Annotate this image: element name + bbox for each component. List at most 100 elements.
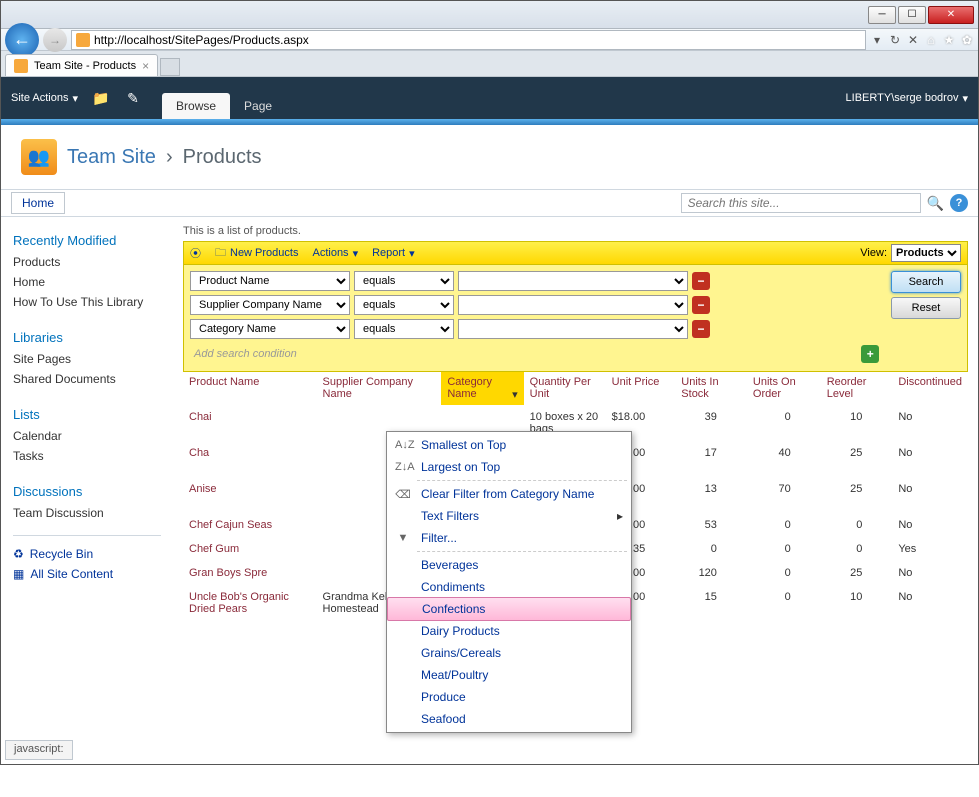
- recycle-bin-link[interactable]: ♻Recycle Bin: [13, 544, 161, 564]
- back-button[interactable]: ←: [5, 23, 39, 57]
- sidebar-item-calendar[interactable]: Calendar: [13, 426, 161, 446]
- user-menu[interactable]: LIBERTY\serge bodrov▾: [846, 92, 968, 105]
- window-titlebar: ─ ☐ ✕: [1, 1, 978, 29]
- favorites-icon[interactable]: ★: [942, 33, 956, 47]
- reset-button[interactable]: Reset: [891, 297, 961, 319]
- recycle-icon: ♻: [13, 547, 24, 561]
- col-supplier[interactable]: Supplier Company Name: [317, 372, 442, 405]
- col-product-name[interactable]: Product Name: [183, 372, 317, 405]
- submenu-arrow-icon: ▸: [617, 509, 623, 523]
- search-val-select[interactable]: [458, 295, 688, 315]
- clear-filter[interactable]: ⌫Clear Filter from Category Name: [387, 483, 631, 505]
- sidebar-item-sitepages[interactable]: Site Pages: [13, 349, 161, 369]
- actions-menu[interactable]: Actions ▾: [312, 247, 358, 260]
- collapse-icon[interactable]: ⦿: [190, 245, 201, 261]
- sidebar-heading-discussions: Discussions: [13, 484, 161, 499]
- navigate-up-icon[interactable]: 📁: [92, 89, 110, 107]
- maximize-button[interactable]: ☐: [898, 6, 926, 24]
- view-select[interactable]: Products: [891, 244, 961, 262]
- col-category[interactable]: Category Name▾: [441, 372, 523, 405]
- home-icon[interactable]: ⌂: [924, 33, 938, 47]
- col-qpu[interactable]: Quantity Per Unit: [524, 372, 606, 405]
- add-condition-icon[interactable]: +: [861, 345, 879, 363]
- new-products-button[interactable]: 🗀New Products: [215, 244, 298, 263]
- home-tab[interactable]: Home: [11, 192, 65, 214]
- col-price[interactable]: Unit Price: [606, 372, 676, 405]
- help-icon[interactable]: ?: [950, 194, 968, 212]
- site-actions-menu[interactable]: Site Actions▾: [11, 92, 78, 105]
- filter-category-grainscereals[interactable]: Grains/Cereals: [387, 642, 631, 664]
- filter-category-dairyproducts[interactable]: Dairy Products: [387, 620, 631, 642]
- cell-name: Chef Gum: [183, 537, 317, 561]
- sidebar-heading-libraries: Libraries: [13, 330, 161, 345]
- browser-tabstrip: Team Site - Products ×: [1, 51, 978, 77]
- cell-reorder: 10: [821, 585, 893, 621]
- sidebar-item-teamdiscussion[interactable]: Team Discussion: [13, 503, 161, 523]
- search-op-select[interactable]: equals: [354, 319, 454, 339]
- search-op-select[interactable]: equals: [354, 271, 454, 291]
- ribbon-tab-page[interactable]: Page: [230, 93, 286, 119]
- filter-category-condiments[interactable]: Condiments: [387, 576, 631, 598]
- cell-stock: 0: [675, 537, 747, 561]
- sidebar-item-tasks[interactable]: Tasks: [13, 446, 161, 466]
- browser-tab[interactable]: Team Site - Products ×: [5, 54, 158, 76]
- search-icon[interactable]: 🔍: [927, 195, 944, 212]
- cell-disc: No: [892, 513, 968, 537]
- search-button[interactable]: Search: [891, 271, 961, 293]
- search-field-select[interactable]: Product Name: [190, 271, 350, 291]
- cell-stock: 15: [675, 585, 747, 621]
- search-op-select[interactable]: equals: [354, 295, 454, 315]
- sort-smallest[interactable]: A↓ZSmallest on Top: [387, 434, 631, 456]
- filter-custom[interactable]: ▼Filter...: [387, 527, 631, 549]
- cell-order: 0: [747, 513, 821, 537]
- cell-stock: 120: [675, 561, 747, 585]
- grid-header-row: Product Name Supplier Company Name Categ…: [183, 372, 968, 405]
- refresh-icon[interactable]: ↻: [888, 33, 902, 47]
- remove-condition-icon[interactable]: −: [692, 296, 710, 314]
- address-bar[interactable]: http://localhost/SitePages/Products.aspx: [71, 30, 866, 50]
- site-search-input[interactable]: [681, 193, 921, 213]
- list-action-bar: ⦿ 🗀New Products Actions ▾ Report ▾ View:…: [183, 241, 968, 265]
- cell-disc: No: [892, 477, 968, 513]
- col-stock[interactable]: Units In Stock: [675, 372, 747, 405]
- site-logo-icon[interactable]: 👥: [21, 139, 57, 175]
- text-filters-submenu[interactable]: Text Filters▸: [387, 505, 631, 527]
- all-site-content-link[interactable]: ▦All Site Content: [13, 564, 161, 584]
- cell-reorder: 25: [821, 441, 893, 477]
- search-field-select[interactable]: Category Name: [190, 319, 350, 339]
- stop-icon[interactable]: ✕: [906, 33, 920, 47]
- filter-category-produce[interactable]: Produce: [387, 686, 631, 708]
- col-reorder[interactable]: Reorder Level: [821, 372, 893, 405]
- sidebar-item-howto[interactable]: How To Use This Library: [13, 292, 161, 312]
- search-val-select[interactable]: [458, 319, 688, 339]
- remove-condition-icon[interactable]: −: [692, 320, 710, 338]
- cell-order: 0: [747, 537, 821, 561]
- close-button[interactable]: ✕: [928, 6, 974, 24]
- filter-category-seafood[interactable]: Seafood: [387, 708, 631, 730]
- filter-category-confections[interactable]: Confections: [387, 597, 631, 621]
- sidebar-item-shareddocs[interactable]: Shared Documents: [13, 369, 161, 389]
- forward-button[interactable]: →: [43, 28, 67, 52]
- chevron-down-icon[interactable]: ▾: [512, 388, 518, 401]
- funnel-icon: ▼: [395, 532, 411, 544]
- cell-reorder: 0: [821, 537, 893, 561]
- tab-close-icon[interactable]: ×: [142, 59, 149, 73]
- filter-category-meatpoultry[interactable]: Meat/Poultry: [387, 664, 631, 686]
- sort-largest[interactable]: Z↓ALargest on Top: [387, 456, 631, 478]
- dropdown-icon[interactable]: ▾: [870, 33, 884, 47]
- col-disc[interactable]: Discontinued: [892, 372, 968, 405]
- sidebar-item-home[interactable]: Home: [13, 272, 161, 292]
- remove-condition-icon[interactable]: −: [692, 272, 710, 290]
- edit-page-icon[interactable]: ✎: [124, 89, 142, 107]
- search-val-select[interactable]: [458, 271, 688, 291]
- site-name[interactable]: Team Site: [67, 146, 156, 169]
- col-order[interactable]: Units On Order: [747, 372, 821, 405]
- ribbon-tab-browse[interactable]: Browse: [162, 93, 230, 119]
- tools-icon[interactable]: ✿: [960, 33, 974, 47]
- sidebar-item-products[interactable]: Products: [13, 252, 161, 272]
- filter-category-beverages[interactable]: Beverages: [387, 554, 631, 576]
- report-menu[interactable]: Report ▾: [372, 247, 415, 260]
- new-tab-button[interactable]: [160, 58, 180, 76]
- minimize-button[interactable]: ─: [868, 6, 896, 24]
- search-field-select[interactable]: Supplier Company Name: [190, 295, 350, 315]
